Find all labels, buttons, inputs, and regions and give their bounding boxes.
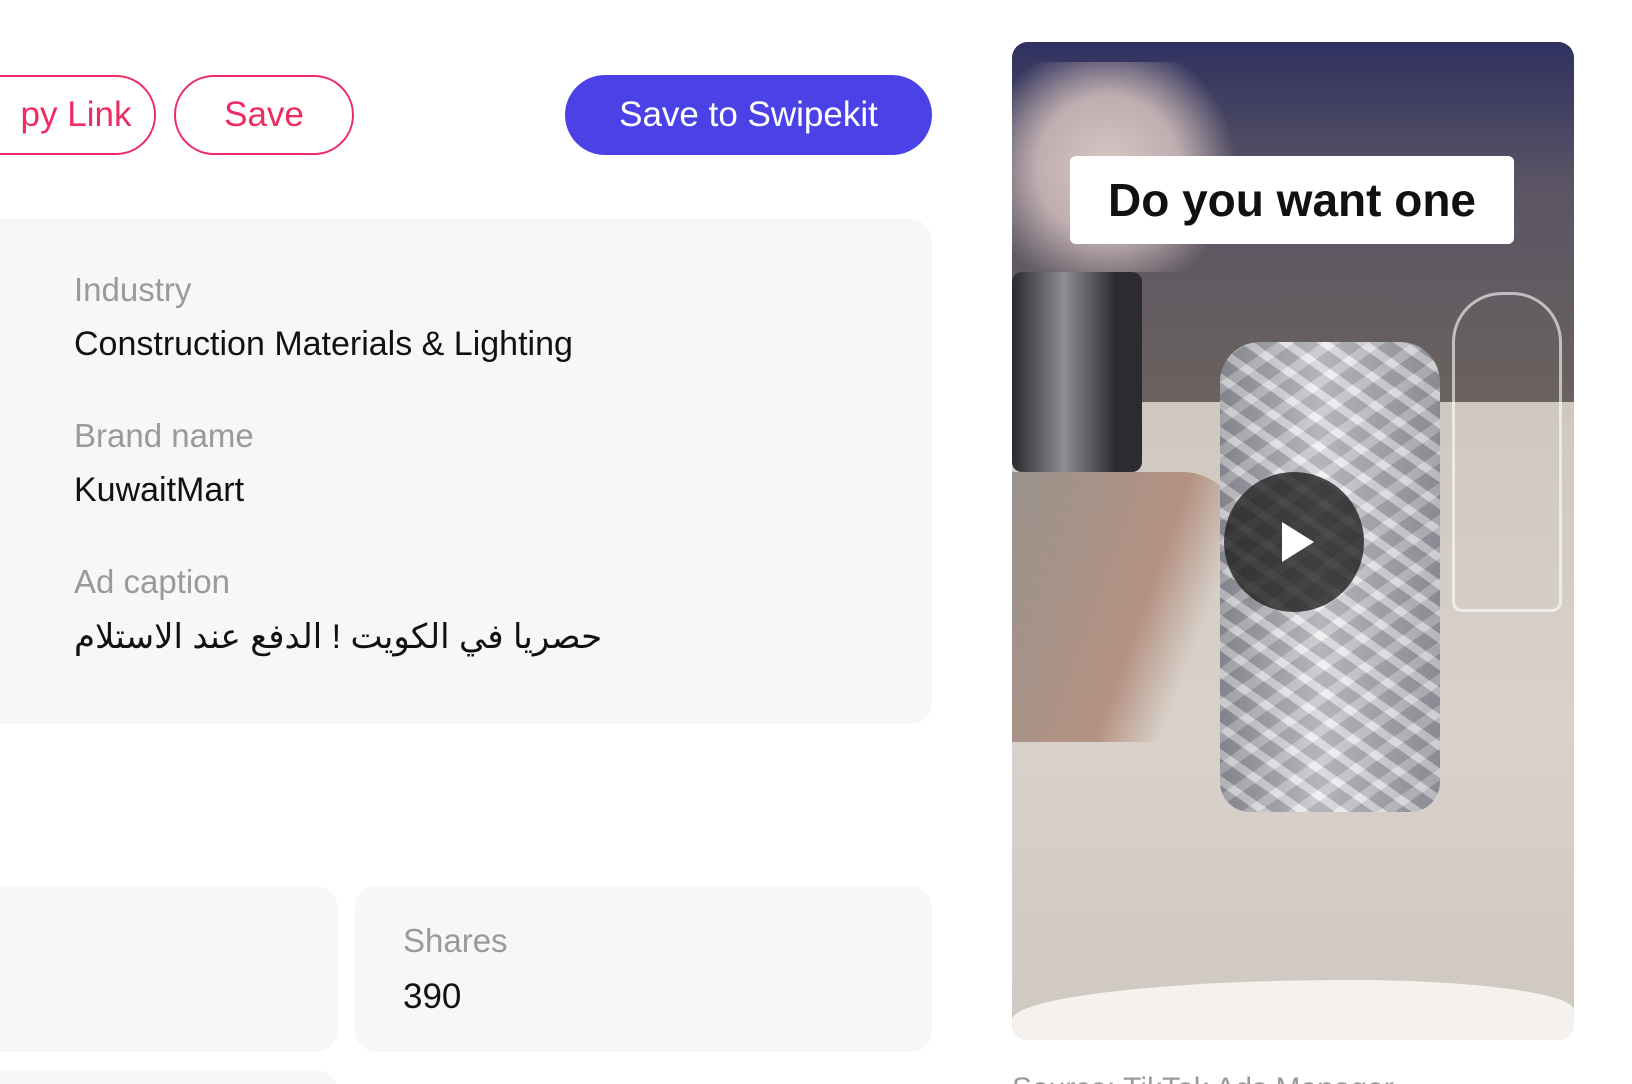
shares-stat-card: Shares 390 <box>355 886 932 1052</box>
video-hand <box>1012 472 1242 742</box>
stat-card <box>0 1070 338 1084</box>
shares-label: Shares <box>403 922 508 959</box>
video-vase <box>1012 272 1142 472</box>
industry-value: Construction Materials & Lighting <box>74 325 573 363</box>
ad-caption-value: حصريا في الكويت ! الدفع عند الاستلام <box>74 618 603 656</box>
ad-detail-page: py Link Save Save to Swipekit Industry C… <box>0 0 1632 1084</box>
brand-name-value: KuwaitMart <box>74 471 245 509</box>
save-label: Save <box>224 95 304 134</box>
industry-label: Industry <box>74 271 192 308</box>
ad-video-preview[interactable]: Do you want one <box>1012 42 1574 1040</box>
video-wine-glass <box>1452 292 1562 612</box>
ad-caption-label: Ad caption <box>74 563 230 600</box>
play-icon <box>1282 522 1314 562</box>
source-text: Source: TikTok Ads Manager <box>1012 1072 1394 1084</box>
brand-name-label: Brand name <box>74 417 254 454</box>
ad-details-panel: Industry Construction Materials & Lighti… <box>0 219 932 724</box>
shares-value: 390 <box>403 977 462 1016</box>
video-overlay-text: Do you want one <box>1070 156 1514 244</box>
save-to-swipekit-button[interactable]: Save to Swipekit <box>565 75 932 155</box>
save-button[interactable]: Save <box>174 75 354 155</box>
play-button[interactable] <box>1224 472 1364 612</box>
save-to-swipekit-label: Save to Swipekit <box>619 95 878 134</box>
stat-card <box>0 886 338 1052</box>
copy-link-button[interactable]: py Link <box>0 75 156 155</box>
copy-link-label: py Link <box>20 95 132 134</box>
video-overlay-label: Do you want one <box>1108 174 1476 226</box>
